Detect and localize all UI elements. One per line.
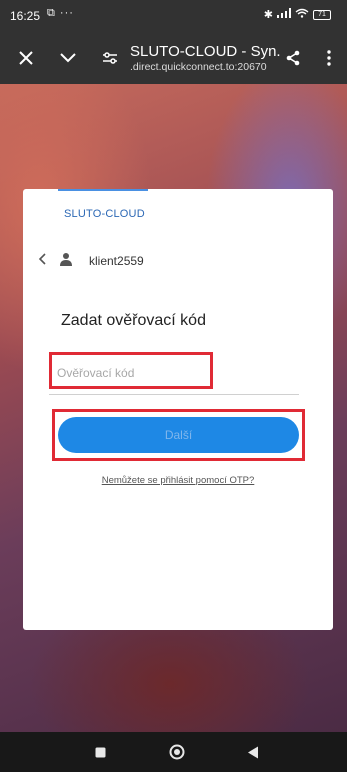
login-card: SLUTO-CLOUD klient2559 Zadat ověřovací k… [23, 189, 333, 630]
brand-name: SLUTO-CLOUD [64, 208, 145, 220]
chevron-down-icon[interactable] [50, 32, 86, 84]
browser-app-bar: SLUTO-CLOUD - Syn... .direct.quickconnec… [0, 32, 347, 84]
back-nav-icon[interactable] [238, 732, 268, 772]
status-bar: 16:25 ⧉ ··· ✱ 71 [0, 0, 347, 32]
back-icon[interactable] [38, 252, 46, 270]
home-icon[interactable] [162, 732, 192, 772]
recent-apps-icon[interactable] [85, 732, 115, 772]
card-accent-line [58, 189, 148, 191]
android-nav-bar [0, 732, 347, 772]
code-input-underline [49, 394, 299, 395]
page-url: .direct.quickconnect.to:20670 [130, 61, 267, 73]
page-title-block[interactable]: SLUTO-CLOUD - Syn... .direct.quickconnec… [130, 43, 280, 73]
bluetooth-icon: ✱ [263, 9, 273, 21]
otp-help-link[interactable]: Nemůžete se přihlásit pomocí OTP? [23, 475, 333, 486]
status-time: 16:25 [10, 9, 41, 23]
verification-code-input[interactable] [57, 364, 199, 382]
user-icon [59, 252, 73, 271]
next-button[interactable]: Další [58, 417, 299, 453]
battery-icon: 71 [313, 9, 331, 20]
more-options-icon[interactable] [318, 32, 340, 84]
site-settings-icon[interactable] [98, 32, 122, 84]
account-username: klient2559 [89, 254, 144, 268]
verification-heading: Zadat ověřovací kód [61, 312, 206, 329]
wifi-icon [295, 8, 309, 21]
notification-icons: ⧉ ··· [47, 7, 74, 19]
page-title: SLUTO-CLOUD - Syn... [130, 43, 280, 60]
share-icon[interactable] [280, 32, 306, 84]
close-icon[interactable] [8, 32, 44, 84]
signal-icon [277, 8, 291, 21]
status-right-group: ✱ 71 [264, 8, 331, 21]
